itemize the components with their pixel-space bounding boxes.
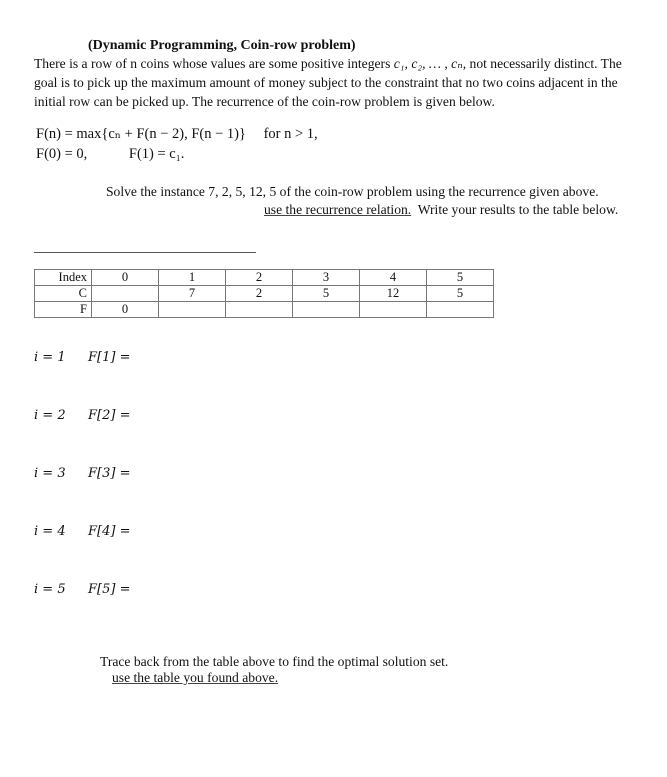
instruction-line-2: use the recurrence relation. Write your …: [264, 202, 619, 217]
instruction-underlined: use the recurrence relation.: [264, 202, 412, 217]
table-cell: 12: [359, 285, 427, 302]
problem-description: There is a row of n coins whose values a…: [34, 54, 644, 111]
table-cell: 4: [359, 269, 427, 286]
trace-instruction: Trace back from the table above to find …: [100, 654, 449, 669]
description-line-3: initial row can be picked up. The recurr…: [34, 94, 495, 109]
table-row-f: F 0: [34, 301, 494, 318]
coin-sequence-math: c₁, c₂, … , cₙ: [393, 56, 463, 71]
table-cell-editable[interactable]: [225, 301, 293, 318]
step-row-1: i = 1 F[1] =: [34, 350, 131, 365]
table-row-coins: C 7 2 5 12 5: [34, 285, 494, 302]
problem-title: (Dynamic Programming, Coin-row problem): [88, 38, 356, 53]
table-cell: 2: [225, 269, 293, 286]
row-header: F: [34, 301, 92, 318]
table-cell: 5: [426, 285, 494, 302]
table-cell: [91, 285, 159, 302]
row-header: C: [34, 285, 92, 302]
trace-underlined: use the table you found above.: [112, 670, 279, 685]
horizontal-rule: [34, 252, 256, 253]
table-cell-editable[interactable]: [426, 301, 494, 318]
step-row-3: i = 3 F[3] =: [34, 466, 131, 481]
table-cell-editable[interactable]: [359, 301, 427, 318]
table-cell: 3: [292, 269, 360, 286]
description-line-2: goal is to pick up the maximum amount of…: [34, 75, 618, 90]
instruction-line-1: Solve the instance 7, 2, 5, 12, 5 of the…: [106, 184, 599, 199]
recurrence-condition: for n > 1,: [263, 126, 318, 142]
description-line-1: There is a row of n coins whose values a…: [34, 56, 622, 71]
recurrence-formula: F(n) = max{cₙ + F(n − 2), F(n − 1)} for …: [36, 126, 318, 142]
table-cell-editable[interactable]: [158, 301, 226, 318]
coin-row-table: Index 0 1 2 3 4 5 C 7 2 5 12 5 F 0: [34, 269, 494, 318]
table-cell: 1: [158, 269, 226, 286]
table-cell: 0: [91, 301, 159, 318]
step-row-5: i = 5 F[5] =: [34, 582, 131, 597]
step-row-4: i = 4 F[4] =: [34, 524, 131, 539]
base-case-0: F(0) = 0,: [36, 146, 88, 162]
base-case-1: F(1) = c₁.: [128, 146, 185, 162]
table-cell: 2: [225, 285, 293, 302]
table-cell: 0: [91, 269, 159, 286]
table-cell: 5: [292, 285, 360, 302]
step-row-2: i = 2 F[2] =: [34, 408, 131, 423]
table-cell: 7: [158, 285, 226, 302]
table-cell: 5: [426, 269, 494, 286]
row-header: Index: [34, 269, 92, 286]
table-row-index: Index 0 1 2 3 4 5: [34, 269, 494, 286]
base-cases: F(0) = 0, F(1) = c₁.: [36, 146, 184, 163]
table-cell-editable[interactable]: [292, 301, 360, 318]
